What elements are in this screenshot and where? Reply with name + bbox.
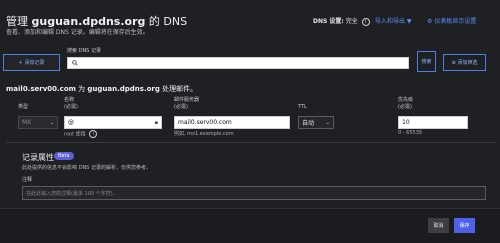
divider (6, 142, 496, 143)
priority-label: 优先级 (必需) (398, 97, 414, 110)
search-icon (72, 60, 78, 66)
priority-hint: 0 - 65535 (398, 130, 423, 136)
search-input[interactable] (67, 57, 409, 69)
chevron-down-icon: ⌄ (49, 120, 54, 126)
mail-server-input[interactable]: mail0.serv00.com (174, 116, 290, 129)
mail-server-hint: 例如, mx1.example.com (174, 131, 234, 137)
info-icon[interactable]: i (361, 17, 370, 26)
priority-input[interactable]: 10 (398, 116, 468, 129)
beta-badge: Beta (54, 152, 74, 160)
note-label: 注释 (22, 177, 33, 183)
add-filter-button[interactable]: ⊕ 添加筛选 (443, 54, 486, 71)
record-heading: mail0.serv00.com 为 guguan.dpdns.org 处理邮件… (6, 85, 198, 93)
info-icon[interactable]: i (89, 130, 98, 138)
search-label: 搜索 DNS 记录 (67, 48, 101, 54)
mail-server-label: 邮件服务器 (必需) (174, 97, 200, 110)
cancel-button[interactable]: 取消 (428, 218, 449, 233)
name-label: 名称 (必需) (64, 97, 78, 110)
type-label: 类型 (18, 104, 29, 110)
dns-management-page: 管理 guguan.dpdns.org 的 DNS 查看、添加和编辑 DNS 记… (0, 0, 500, 243)
dns-setting-status: DNS 设置: 完全 i (313, 16, 370, 26)
record-attributes-subtitle: 此处提供的信息不会影响 DNS 记录的解析，仅供您参考。 (22, 165, 151, 171)
footer-bar (0, 208, 500, 243)
name-hint: root 使用 i (64, 130, 98, 138)
name-input[interactable]: @ ▪ (64, 116, 162, 129)
add-record-button[interactable]: + 添加记录 (3, 54, 60, 71)
input-helper-icon: ▪ (154, 120, 158, 126)
ttl-select[interactable]: 自动 ⌄ (298, 116, 334, 129)
chevron-down-icon: ⌄ (325, 120, 330, 126)
toolbar: + 添加记录 搜索 DNS 记录 搜索 ⊕ 添加筛选 (3, 38, 487, 80)
type-select[interactable]: MX ⌄ (18, 116, 58, 129)
ttl-label: TTL (298, 104, 307, 110)
save-button[interactable]: 保存 (454, 218, 475, 233)
record-attributes-title: 记录属性 (22, 153, 54, 162)
search-button[interactable]: 搜索 (417, 51, 436, 72)
import-export-dropdown[interactable]: 导入和导出 ▼ (375, 16, 412, 25)
dashboard-display-settings-link[interactable]: ⚙ 仪表板显示设置 (427, 16, 476, 25)
gear-icon: ⚙ (427, 18, 433, 25)
note-input[interactable]: 在此处输入您的注释(最多 100 个字符)。 (22, 186, 486, 200)
page-subtitle: 查看、添加和编辑 DNS 记录。编辑将在保存后生效。 (6, 29, 149, 36)
